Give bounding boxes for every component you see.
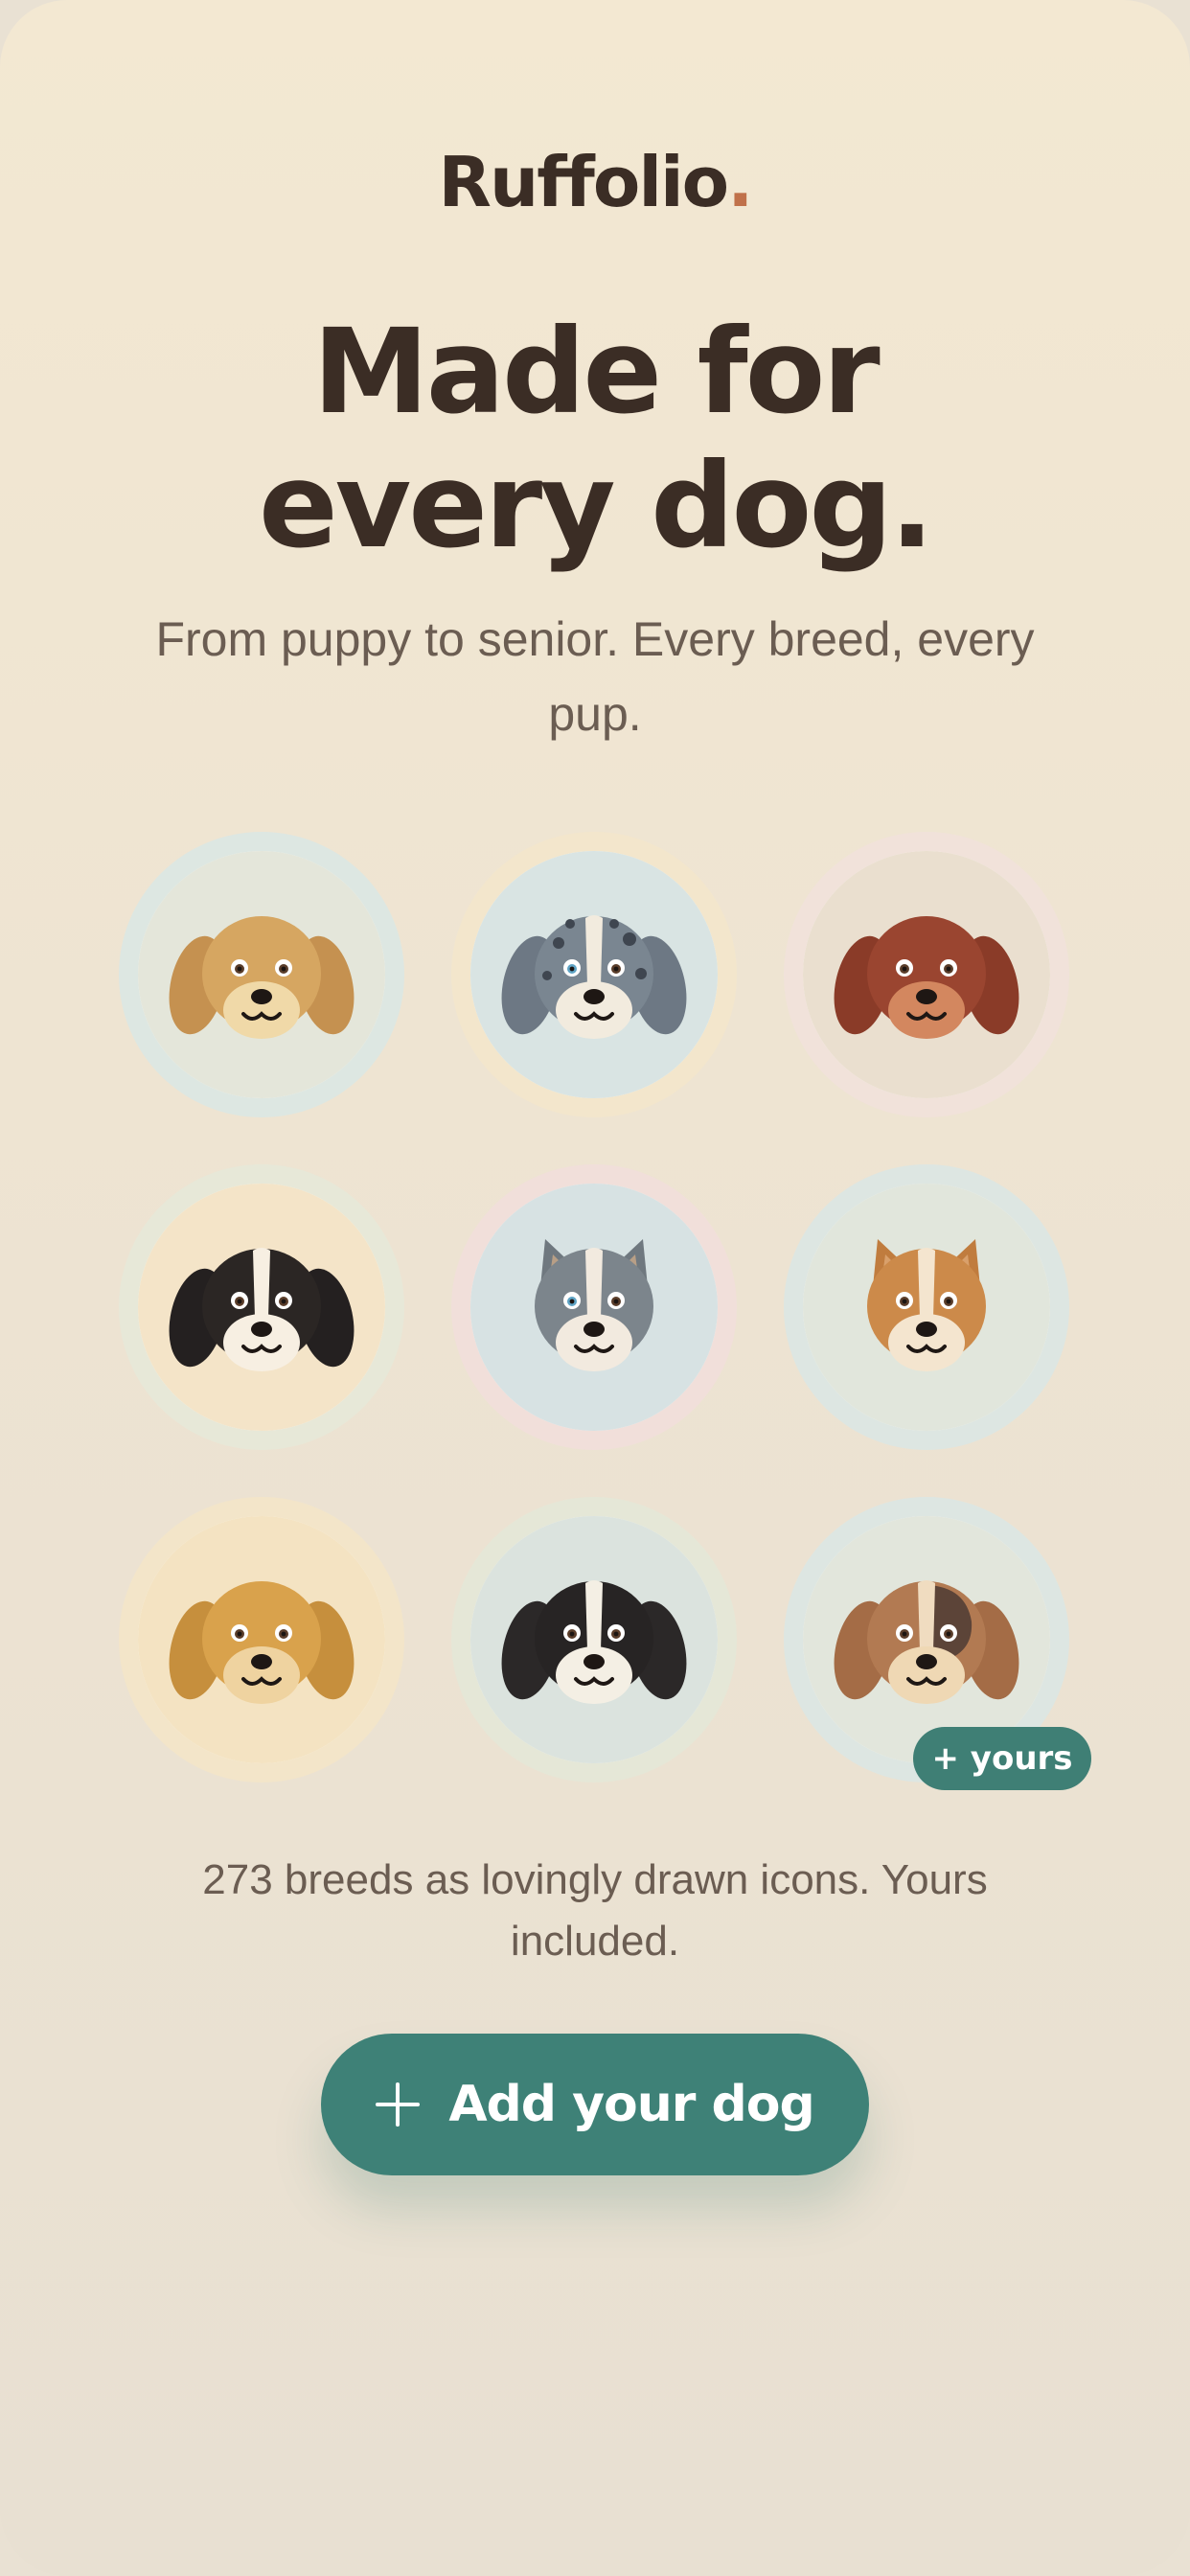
husky-icon — [470, 1184, 718, 1431]
breed-avatar — [784, 1164, 1069, 1450]
corgi-icon — [803, 1184, 1050, 1431]
title-line-2: every dog. — [259, 438, 934, 574]
title-line-1: Made for — [312, 304, 880, 440]
add-dog-button[interactable]: Add your dog — [321, 2034, 869, 2175]
bernese-icon — [138, 1184, 385, 1431]
plus-icon — [376, 2082, 421, 2127]
page-title: Made for every dog. — [0, 305, 1190, 573]
breed-avatar — [451, 1164, 737, 1450]
golden-puppy-icon — [138, 851, 385, 1098]
breed-avatar — [119, 1164, 404, 1450]
breed-avatar — [451, 1497, 737, 1782]
border-collie-icon — [470, 1516, 718, 1763]
brand-logo: Ruffolio. — [0, 142, 1190, 222]
brand-name: Ruffolio — [438, 142, 730, 222]
breed-avatar — [119, 1497, 404, 1782]
breed-avatar — [119, 832, 404, 1117]
breed-avatar-grid — [119, 832, 1071, 1782]
breeds-caption: 273 breeds as lovingly drawn icons. Your… — [202, 1856, 988, 1965]
breed-avatar — [784, 832, 1069, 1117]
breed-avatar — [451, 832, 737, 1117]
app-screen: Ruffolio. Made for every dog. From puppy… — [0, 0, 1190, 2576]
yours-badge: + yours — [913, 1727, 1091, 1790]
merle-shepherd-icon — [470, 851, 718, 1098]
setter-icon — [803, 851, 1050, 1098]
page-subtitle: From puppy to senior. Every breed, every… — [155, 612, 1035, 741]
brand-dot: . — [727, 142, 753, 222]
labrador-icon — [138, 1516, 385, 1763]
add-dog-label: Add your dog — [448, 2076, 814, 2133]
